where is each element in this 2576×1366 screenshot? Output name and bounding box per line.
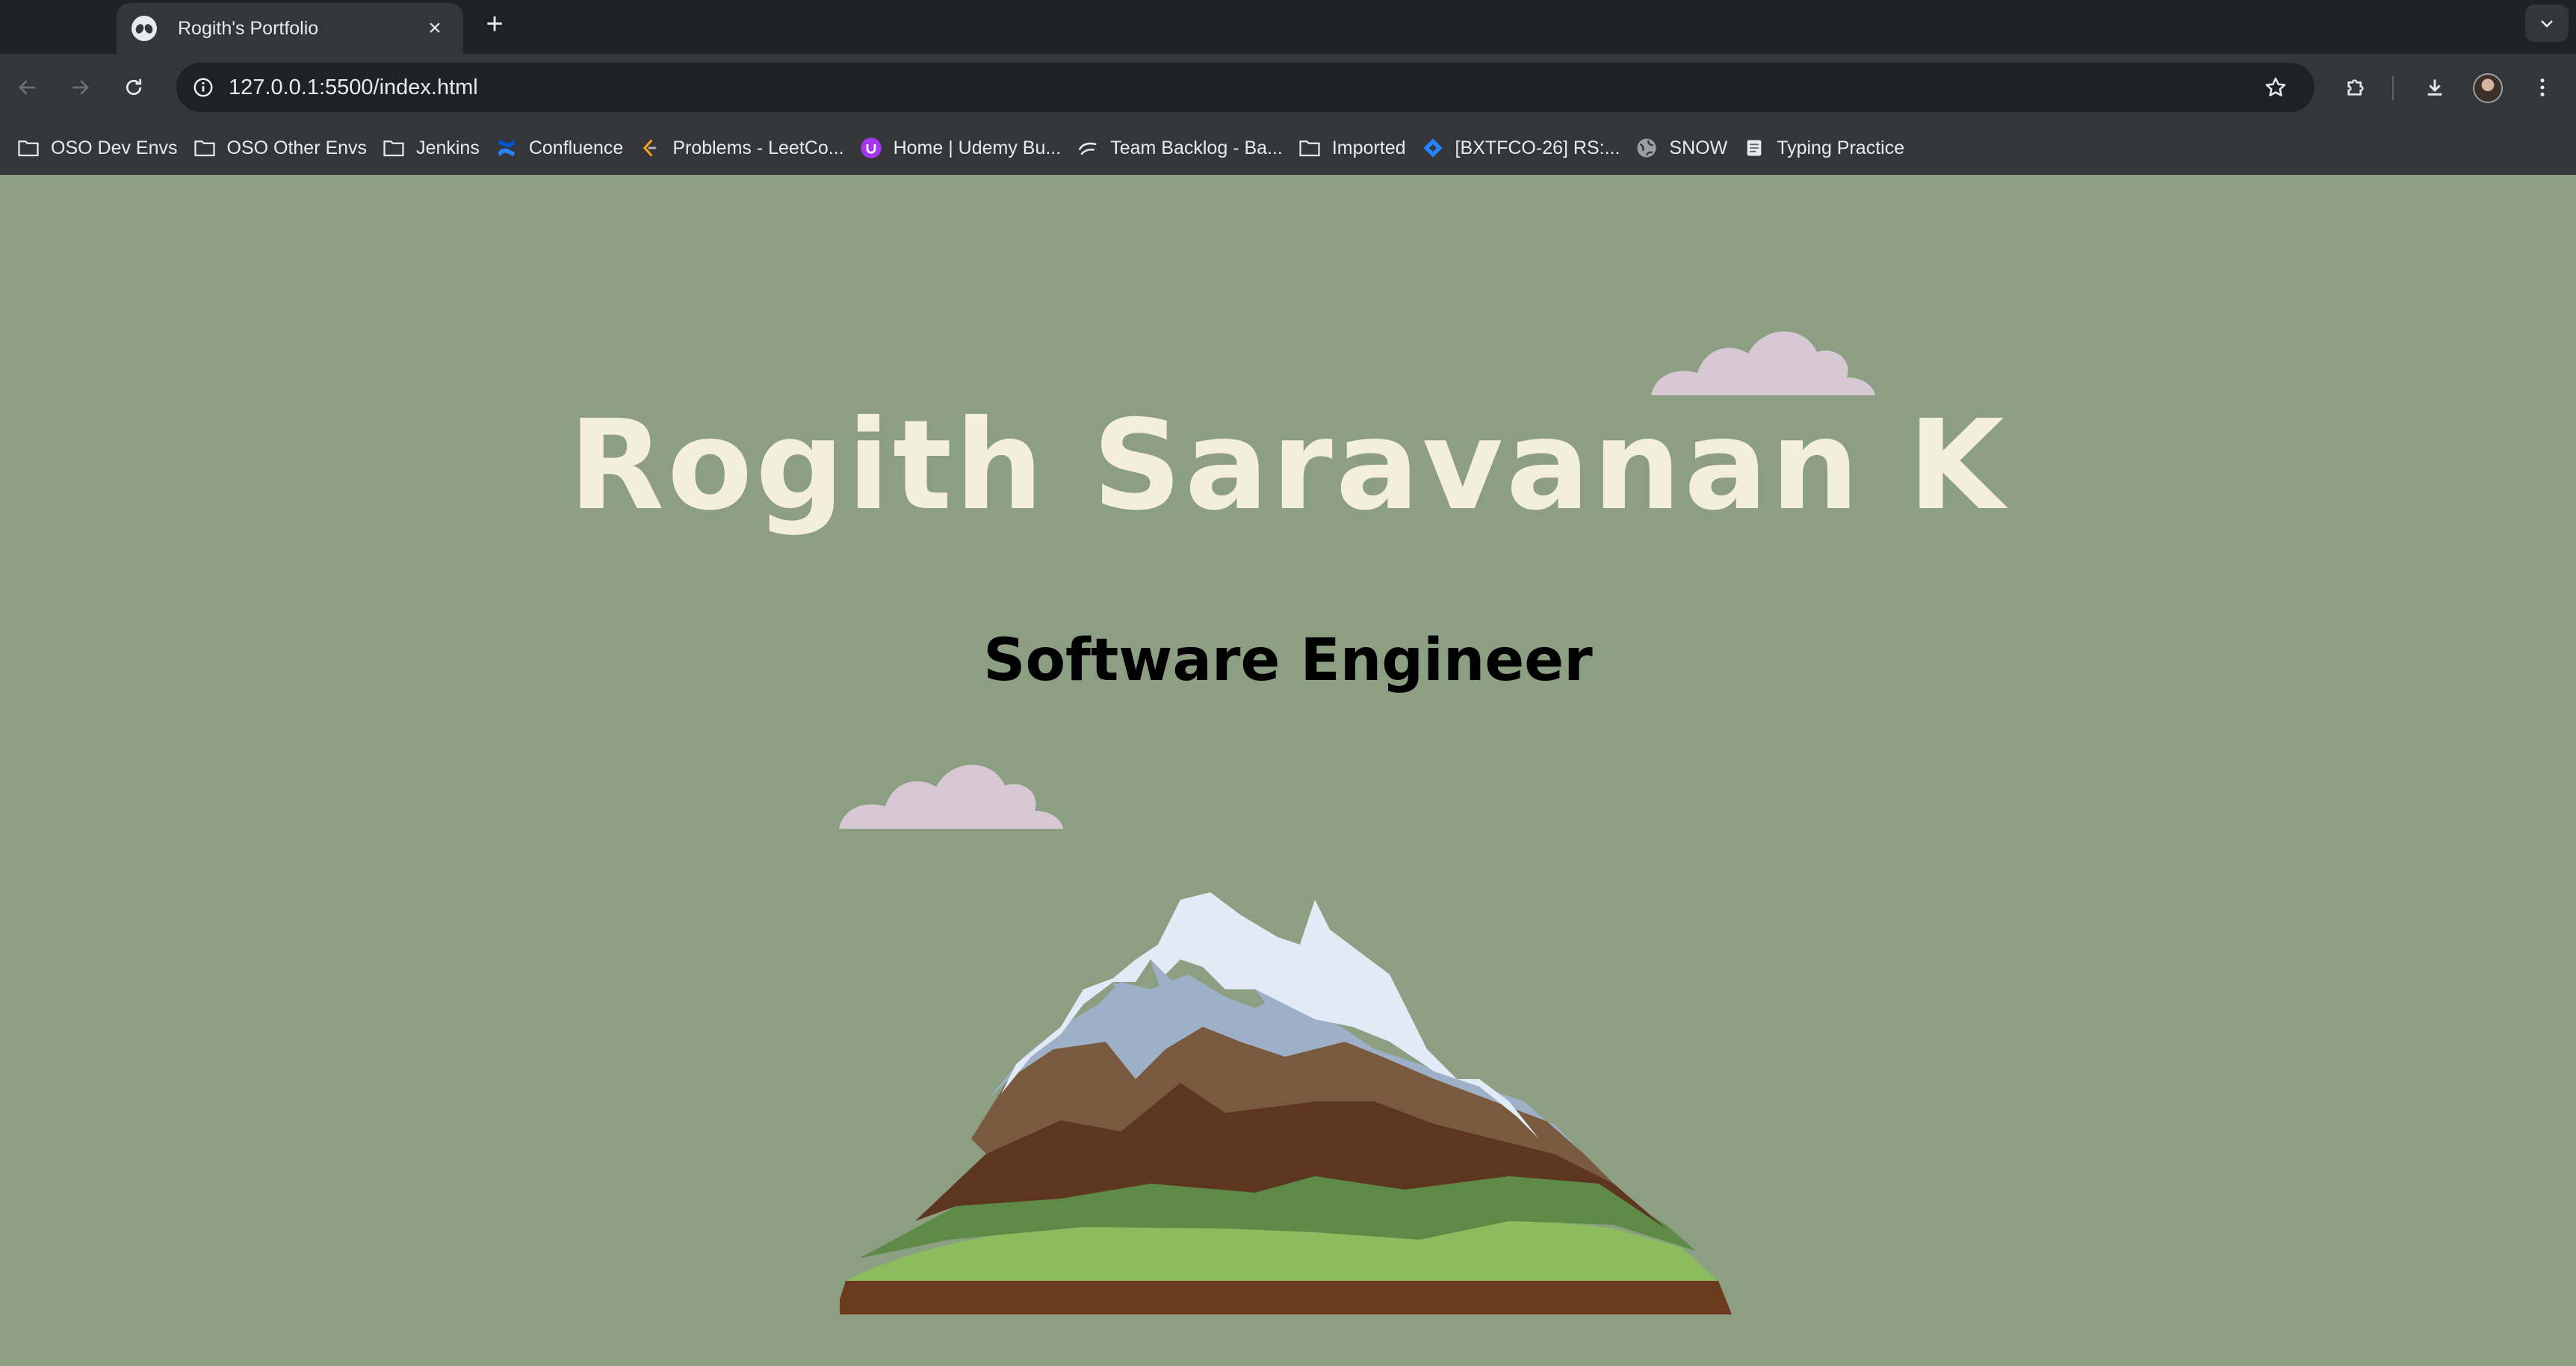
leetcode-icon — [638, 136, 662, 160]
puzzle-icon — [2347, 79, 2364, 96]
tab-strip: Rogith's Portfolio × + — [0, 0, 2576, 54]
back-button[interactable] — [10, 70, 45, 105]
toolbar: 127.0.0.1:5500/index.html — [0, 54, 2576, 121]
bookmark-label: Team Backlog - Ba... — [1110, 137, 1283, 158]
bookmark-imported[interactable]: Imported — [1295, 127, 1418, 169]
bookmarks-bar: OSO Dev Envs OSO Other Envs Jenkins Conf… — [0, 121, 2576, 175]
profile-avatar[interactable] — [2473, 73, 2503, 103]
mountain-illustration — [840, 892, 1732, 1314]
back-arrow-icon — [19, 80, 35, 95]
confluence-icon — [495, 136, 518, 160]
bookmark-leetcode[interactable]: Problems - LeetCo... — [635, 127, 855, 169]
alien-icon — [131, 16, 157, 41]
bookmark-confluence[interactable]: Confluence — [492, 127, 635, 169]
bookmark-label: Imported — [1331, 137, 1406, 158]
folder-icon — [1298, 136, 1322, 160]
bookmark-star-button[interactable] — [2259, 71, 2292, 104]
bookmark-label: [BXTFCO-26] RS:... — [1455, 137, 1620, 158]
udemy-icon — [859, 136, 883, 160]
toolbar-divider — [2392, 76, 2394, 100]
hero-name: Rogith Saravanan K — [569, 394, 2007, 538]
backlog-icon — [1076, 136, 1100, 160]
bookmark-oso-dev-envs[interactable]: OSO Dev Envs — [13, 127, 190, 169]
cloud-decoration — [1651, 331, 1875, 395]
menu-button[interactable] — [2525, 70, 2560, 105]
site-info-button[interactable] — [187, 71, 220, 104]
bookmark-team-backlog[interactable]: Team Backlog - Ba... — [1073, 127, 1295, 169]
page-viewport: Rogith Saravanan K Software Engineer — [0, 175, 2576, 1366]
bookmark-label: Typing Practice — [1777, 137, 1905, 158]
bookmark-jenkins[interactable]: Jenkins — [379, 127, 492, 169]
address-bar[interactable]: 127.0.0.1:5500/index.html — [176, 63, 2315, 112]
extensions-button[interactable] — [2338, 70, 2373, 105]
bookmark-label: OSO Other Envs — [226, 137, 368, 158]
downloads-button[interactable] — [2418, 70, 2452, 105]
bookmark-udemy[interactable]: Home | Udemy Bu... — [856, 127, 1074, 169]
forward-button[interactable] — [63, 70, 97, 105]
url-text[interactable]: 127.0.0.1:5500/index.html — [229, 63, 478, 112]
bookmark-label: Home | Udemy Bu... — [893, 137, 1062, 158]
folder-icon — [193, 136, 217, 160]
jira-icon — [1421, 136, 1445, 160]
forward-arrow-icon — [72, 80, 89, 95]
tab-search-button[interactable] — [2525, 4, 2569, 42]
bookmark-label: OSO Dev Envs — [51, 137, 178, 158]
bookmark-label: SNOW — [1669, 137, 1728, 158]
tab-title: Rogith's Portfolio — [178, 17, 319, 39]
bookmark-label: Confluence — [528, 137, 624, 158]
chevron-down-icon — [2541, 20, 2553, 28]
bookmark-label: Jenkins — [416, 137, 480, 158]
folder-icon — [382, 136, 406, 160]
tab-active[interactable]: Rogith's Portfolio × — [117, 3, 463, 54]
star-icon — [2265, 77, 2286, 96]
globe-icon — [1635, 136, 1659, 160]
info-icon — [193, 78, 213, 97]
bookmark-typing-practice[interactable]: Typing Practice — [1739, 127, 1916, 169]
hero-title: Software Engineer — [983, 627, 1593, 694]
new-tab-button[interactable]: + — [478, 7, 511, 40]
document-icon — [1742, 136, 1766, 160]
folder-icon — [16, 136, 40, 160]
download-icon — [2427, 79, 2442, 96]
reload-icon — [126, 78, 142, 96]
bookmark-snow[interactable]: SNOW — [1632, 127, 1739, 169]
bookmark-jira-ticket[interactable]: [BXTFCO-26] RS:... — [1418, 127, 1632, 169]
close-icon[interactable]: × — [421, 15, 448, 42]
bookmark-oso-other-envs[interactable]: OSO Other Envs — [190, 127, 380, 169]
reload-button[interactable] — [117, 70, 151, 105]
kebab-menu-icon — [2540, 78, 2545, 96]
cloud-decoration — [839, 764, 1063, 829]
bookmark-label: Problems - LeetCo... — [672, 137, 844, 158]
